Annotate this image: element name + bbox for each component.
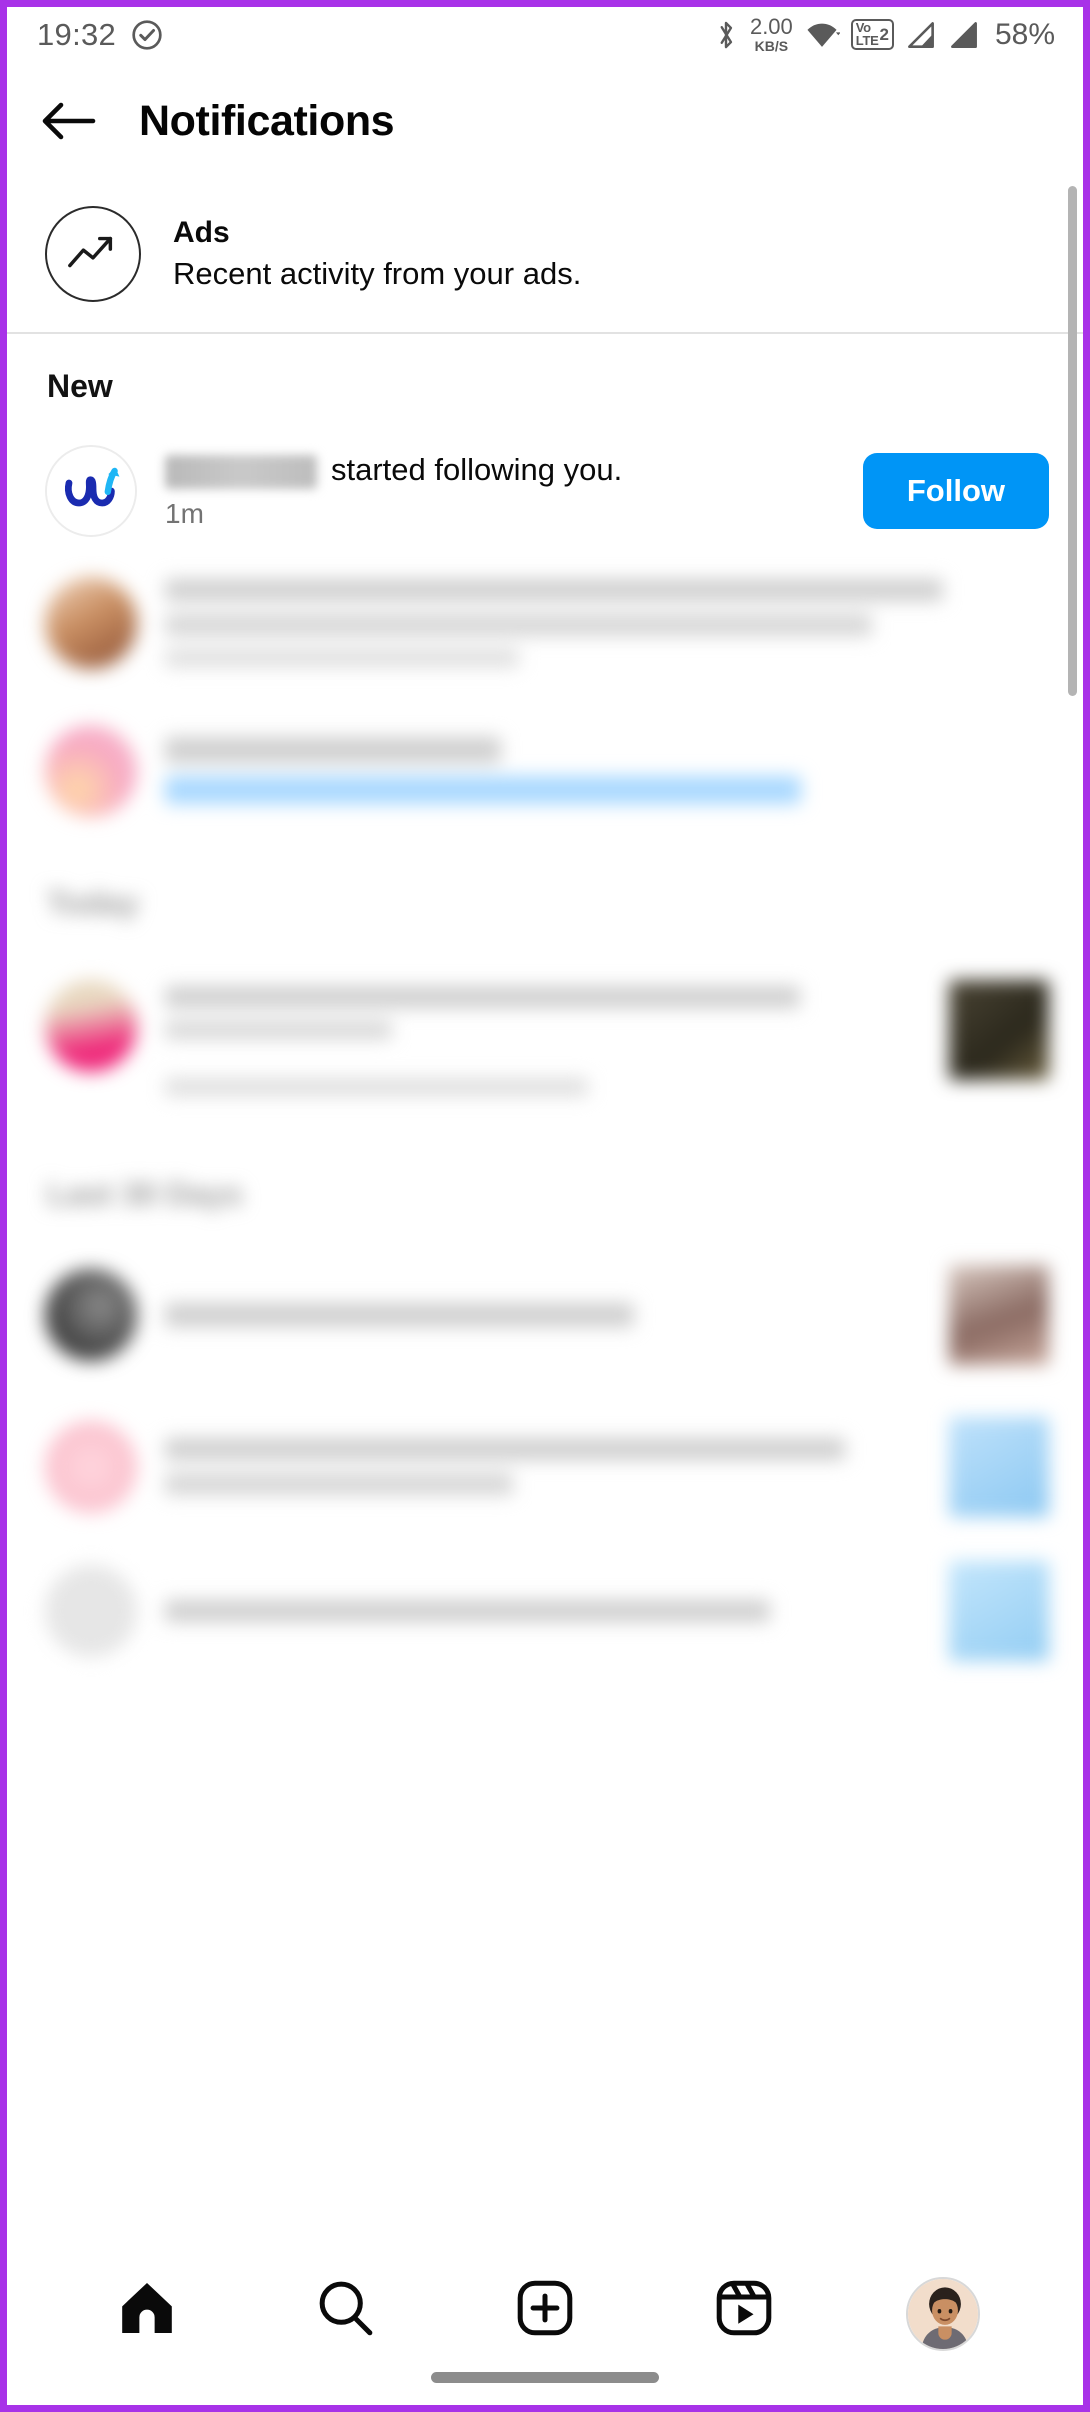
data-speed-value: 2.00: [749, 14, 793, 39]
avatar[interactable]: [45, 724, 137, 817]
notification-row[interactable]: [7, 1543, 1083, 1679]
blurred-text-line: [165, 1302, 634, 1327]
nav-item-create[interactable]: [445, 2277, 644, 2344]
avatar[interactable]: [45, 1268, 137, 1361]
notification-row[interactable]: [7, 551, 1083, 695]
data-speed-unit: KB/S: [754, 38, 789, 54]
section-header-today: Today: [47, 884, 139, 921]
volte-sim-number: 2: [879, 24, 889, 44]
status-bar-right: 2.00 KB/S Vo LTE 2 58%: [713, 16, 1055, 53]
notification-row[interactable]: [7, 695, 1083, 851]
avatar[interactable]: [45, 444, 137, 537]
notification-row-follow[interactable]: started following you. 1m Follow: [7, 431, 1083, 551]
avatar[interactable]: [45, 1420, 137, 1513]
ads-title: Ads: [173, 216, 230, 249]
blurred-text-line: [165, 1020, 392, 1039]
home-icon: [116, 2277, 178, 2344]
blurred-text-line: [165, 578, 943, 601]
nav-item-profile[interactable]: [844, 2277, 1043, 2351]
home-indicator[interactable]: [431, 2372, 659, 2383]
notification-message: started following you.: [331, 452, 623, 488]
data-speed-indicator: 2.00 KB/S: [749, 14, 793, 54]
post-thumbnail[interactable]: [949, 979, 1049, 1080]
section-header-last-30-days: Last 30 Days: [47, 1175, 243, 1212]
nav-item-home[interactable]: [47, 2277, 246, 2344]
ads-row[interactable]: Ads Recent activity from your ads.: [7, 180, 1083, 332]
post-thumbnail[interactable]: [949, 1416, 1049, 1517]
status-bar: 19:32 2.00 KB/S Vo LTE 2 58%: [7, 7, 1083, 62]
blurred-text-line: [165, 737, 501, 763]
notification-row[interactable]: [7, 948, 1083, 1142]
status-bar-clock: 19:32: [37, 16, 117, 52]
notification-row[interactable]: [7, 1239, 1083, 1391]
blurred-link-line: [165, 776, 802, 804]
volte-label-bottom: LTE: [855, 32, 879, 48]
blurred-text-line: [165, 985, 801, 1008]
avatar[interactable]: [45, 576, 137, 669]
profile-avatar-icon: [906, 2277, 981, 2351]
nav-item-search[interactable]: [246, 2277, 445, 2344]
notifications-scroll-area[interactable]: Ads Recent activity from your ads. New s…: [7, 180, 1083, 2255]
wifi-icon: [804, 19, 840, 51]
volte-icon: Vo LTE 2: [850, 19, 894, 50]
signal-bars-icon: [948, 19, 980, 51]
blurred-text-line: [165, 1077, 589, 1096]
follow-button[interactable]: Follow: [862, 452, 1049, 529]
phone-frame: 19:32 2.00 KB/S Vo LTE 2 58% Notificatio…: [0, 0, 1090, 2412]
arrow-left-icon[interactable]: [41, 99, 97, 143]
reels-icon: [713, 2277, 775, 2344]
blurred-text-line: [165, 1599, 770, 1622]
username-redacted: [165, 454, 317, 489]
battery-percentage: 58%: [994, 17, 1055, 51]
notification-timestamp: 1m: [165, 497, 204, 529]
avatar[interactable]: [45, 1564, 137, 1657]
blurred-text-line: [165, 613, 873, 636]
blurred-text-line: [165, 1438, 846, 1460]
notification-row[interactable]: [7, 1391, 1083, 1543]
trending-up-icon: [45, 206, 141, 302]
avatar[interactable]: [45, 979, 137, 1072]
signal-bars-icon: [905, 19, 937, 51]
notification-text: started following you.: [165, 451, 835, 490]
bottom-navigation-bar: [7, 2255, 1083, 2405]
nav-item-reels[interactable]: [645, 2277, 844, 2344]
ads-subtitle: Recent activity from your ads.: [173, 256, 582, 291]
plus-square-icon: [514, 2277, 576, 2344]
page-title: Notifications: [139, 96, 395, 145]
blurred-text-line: [165, 648, 519, 667]
check-circle-icon: [130, 18, 164, 52]
bluetooth-icon: [713, 18, 739, 52]
section-header-new: New: [47, 367, 113, 404]
status-bar-left: 19:32: [37, 17, 164, 53]
blurred-text-line: [165, 1473, 513, 1495]
post-thumbnail[interactable]: [949, 1560, 1049, 1661]
app-header: Notifications: [7, 62, 1083, 180]
search-icon: [315, 2277, 377, 2344]
post-thumbnail[interactable]: [949, 1264, 1049, 1365]
